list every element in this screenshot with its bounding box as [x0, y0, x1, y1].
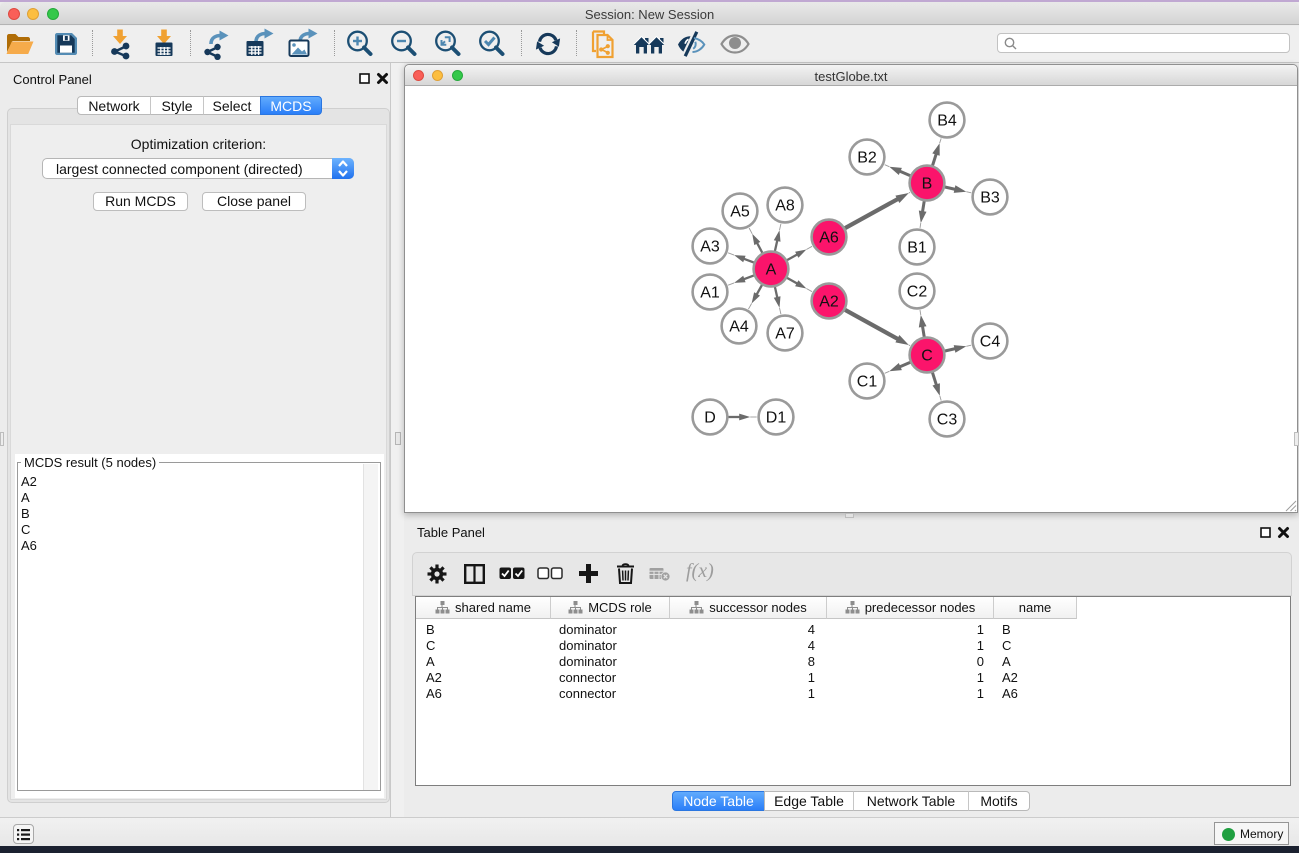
svg-text:A2: A2 [819, 294, 839, 311]
svg-text:C3: C3 [937, 412, 958, 429]
svg-text:A4: A4 [729, 319, 749, 336]
svg-text:B1: B1 [907, 240, 927, 257]
svg-text:D1: D1 [766, 410, 787, 427]
svg-text:C: C [921, 348, 933, 365]
svg-text:C1: C1 [857, 374, 878, 391]
svg-text:C2: C2 [907, 284, 928, 301]
svg-text:A7: A7 [775, 326, 795, 343]
svg-text:A8: A8 [775, 198, 795, 215]
svg-text:A: A [766, 262, 777, 279]
svg-text:B: B [922, 176, 933, 193]
svg-text:B3: B3 [980, 190, 1000, 207]
svg-text:B4: B4 [937, 113, 957, 130]
svg-text:C4: C4 [980, 334, 1001, 351]
svg-text:A3: A3 [700, 239, 720, 256]
svg-text:A5: A5 [730, 204, 750, 221]
svg-text:A6: A6 [819, 230, 839, 247]
svg-text:A1: A1 [700, 285, 720, 302]
svg-text:D: D [704, 410, 716, 427]
svg-text:B2: B2 [857, 150, 877, 167]
